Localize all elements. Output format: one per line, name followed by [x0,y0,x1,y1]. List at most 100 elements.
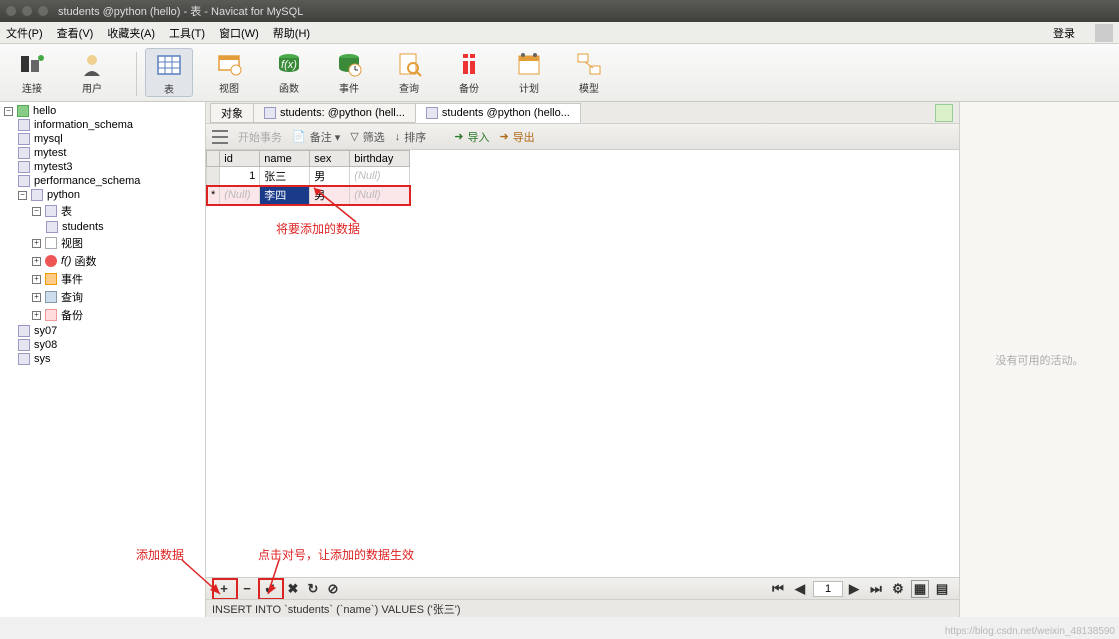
annotation-new-data: 将要添加的数据 [276,220,360,237]
prev-page-button[interactable]: ◀ [791,580,809,598]
tb-table[interactable]: 表 [145,48,193,97]
folder-views[interactable]: +视图 [0,234,205,252]
cell-id[interactable]: (Null) [220,186,260,205]
tab-objects[interactable]: 对象 [210,103,254,123]
avatar-icon[interactable] [1095,24,1113,42]
folder-backups[interactable]: +备份 [0,306,205,324]
table-students[interactable]: students [0,220,205,234]
cell-id[interactable]: 1 [220,167,260,186]
grid-table[interactable]: id name sex birthday 1 张三 男 (Null) * (Nu… [206,150,410,205]
db-python[interactable]: −python [0,188,205,202]
view-folder-icon [45,237,57,249]
col-sex[interactable]: sex [310,151,350,167]
folder-functions[interactable]: +f() 函数 [0,252,205,270]
db-item[interactable]: information_schema [0,118,205,132]
event-folder-icon [45,273,57,285]
tb-model[interactable]: 模型 [565,48,613,95]
db-item[interactable]: sy07 [0,324,205,338]
delete-row-button[interactable]: − [238,580,256,598]
tb-event[interactable]: 事件 [325,48,373,95]
highlight-apply: ✔ [258,578,284,600]
content-area: 对象 students: @python (hell... students @… [206,102,959,617]
db-item[interactable]: sy08 [0,338,205,352]
menu-tool[interactable]: 工具(T) [169,25,205,41]
row-header-corner [207,151,220,167]
menu-view[interactable]: 查看(V) [57,25,94,41]
next-page-button[interactable]: ▶ [845,580,863,598]
status-sql: INSERT INTO `students` (`name`) VALUES (… [212,601,461,617]
folder-queries[interactable]: +查询 [0,288,205,306]
db-item[interactable]: mysql [0,132,205,146]
col-id[interactable]: id [220,151,260,167]
tab-students-2[interactable]: students @python (hello... [415,103,581,123]
tb-model-label: 模型 [579,80,599,95]
filter-button[interactable]: ▽ 筛选 [350,129,384,145]
tb-backup[interactable]: 备份 [445,48,493,95]
table-row-new[interactable]: * (Null) 李四 男 (Null) [207,186,410,205]
cell-birthday[interactable]: (Null) [350,167,410,186]
main-body: −hello information_schema mysql mytest m… [0,102,1119,617]
database-icon [17,105,29,117]
main-toolbar: 连接 用户 表 视图 f(x) 函数 事件 查询 备份 计划 模型 [0,44,1119,102]
table-icon [264,107,276,119]
hamburger-icon[interactable] [212,130,228,144]
last-page-button[interactable]: ⏭ [867,580,885,598]
cell-name-editing[interactable]: 李四 [260,186,310,205]
minimize-icon[interactable] [22,6,32,16]
tb-event-label: 事件 [339,80,359,95]
tb-view-label: 视图 [219,80,239,95]
add-row-button[interactable]: + [215,580,233,598]
object-tree[interactable]: −hello information_schema mysql mytest m… [0,102,206,617]
tb-query[interactable]: 查询 [385,48,433,95]
highlight-add: + [212,578,238,600]
cell-sex[interactable]: 男 [310,186,350,205]
settings-icon[interactable]: ⚙ [889,580,907,598]
begin-transaction-button[interactable]: 开始事务 [238,129,282,145]
cell-birthday[interactable]: (Null) [350,186,410,205]
tb-view[interactable]: 视图 [205,48,253,95]
activity-panel: 没有可用的活动。 [959,102,1119,617]
cancel-button[interactable]: ✖ [284,580,302,598]
watermark: https://blog.csdn.net/weixin_48138590 [945,626,1115,637]
memo-button[interactable]: 📄 备注 ▾ [292,129,340,145]
backup-folder-icon [45,309,57,321]
col-birthday[interactable]: birthday [350,151,410,167]
sort-button[interactable]: ↓ 排序 [395,129,427,145]
close-icon[interactable] [6,6,16,16]
stop-button[interactable]: ⊘ [324,580,342,598]
col-name[interactable]: name [260,151,310,167]
maximize-icon[interactable] [38,6,48,16]
menu-file[interactable]: 文件(P) [6,25,43,41]
conn-hello[interactable]: −hello [0,104,205,118]
form-view-icon[interactable]: ▤ [933,580,951,598]
cell-name[interactable]: 张三 [260,167,310,186]
folder-tables[interactable]: −表 [0,202,205,220]
tb-user[interactable]: 用户 [68,48,116,95]
login-link[interactable]: 登录 [1053,25,1075,41]
menu-help[interactable]: 帮助(H) [273,25,310,41]
db-item[interactable]: sys [0,352,205,366]
data-grid[interactable]: id name sex birthday 1 张三 男 (Null) * (Nu… [206,150,959,577]
tb-function[interactable]: f(x) 函数 [265,48,313,95]
export-button[interactable]: ➜ 导出 [499,129,534,145]
import-button[interactable]: ➜ 导入 [454,129,489,145]
cell-sex[interactable]: 男 [310,167,350,186]
menu-fav[interactable]: 收藏夹(A) [107,25,155,41]
grid-view-icon[interactable]: ▦ [911,580,929,598]
first-page-button[interactable]: ⏮ [769,580,787,598]
apply-button[interactable]: ✔ [261,580,279,598]
toolbar-separator [136,52,137,96]
refresh-icon[interactable] [935,104,953,122]
page-input[interactable] [813,581,843,597]
refresh-button[interactable]: ↻ [304,580,322,598]
table-row[interactable]: 1 张三 男 (Null) [207,167,410,186]
tb-connection[interactable]: 连接 [8,48,56,95]
window-controls[interactable] [6,6,48,16]
folder-events[interactable]: +事件 [0,270,205,288]
menu-window[interactable]: 窗口(W) [219,25,259,41]
db-item[interactable]: mytest3 [0,160,205,174]
db-item[interactable]: mytest [0,146,205,160]
db-item[interactable]: performance_schema [0,174,205,188]
tab-students-1[interactable]: students: @python (hell... [253,103,416,123]
tb-plan[interactable]: 计划 [505,48,553,95]
